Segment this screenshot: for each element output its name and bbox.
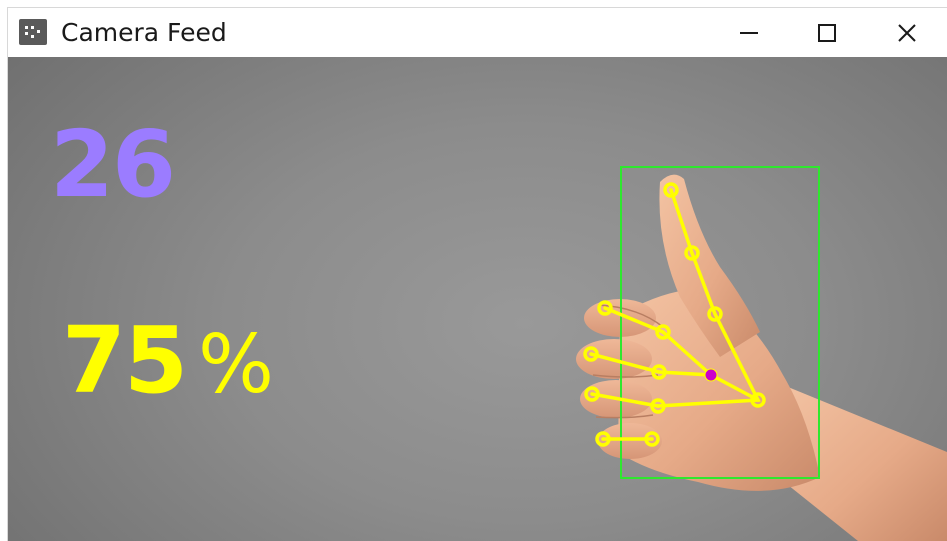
hand-image <box>576 174 947 541</box>
window-title: Camera Feed <box>61 18 227 47</box>
close-button[interactable] <box>868 8 946 57</box>
percent-readout: 75% <box>62 315 274 411</box>
minimize-button[interactable] <box>710 8 788 57</box>
hand-center-point <box>704 368 718 382</box>
percent-sign: % <box>198 318 275 411</box>
camera-app-icon <box>19 19 47 45</box>
camera-feed-window: Camera Feed 26 75 % <box>8 8 947 541</box>
camera-feed-view: 26 75% <box>8 57 947 541</box>
title-bar[interactable]: Camera Feed <box>8 8 947 57</box>
minimize-icon <box>740 31 758 34</box>
percent-value: 75 <box>62 307 188 414</box>
count-value: 26 <box>50 111 176 218</box>
maximize-button[interactable] <box>788 8 866 57</box>
close-icon <box>898 23 916 42</box>
maximize-icon <box>818 23 836 42</box>
count-readout: 26 <box>50 119 176 211</box>
